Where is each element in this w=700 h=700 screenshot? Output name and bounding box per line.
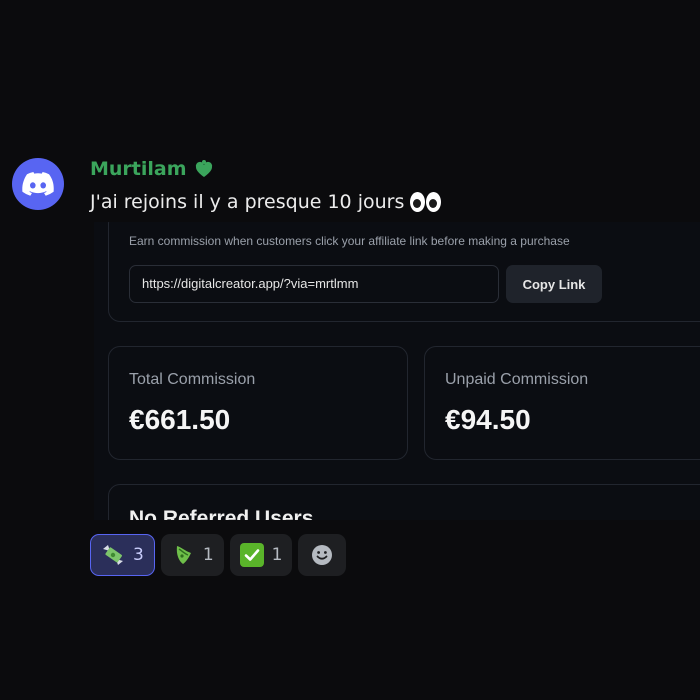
check-mark-emoji-icon: [239, 543, 264, 567]
copy-link-button[interactable]: Copy Link: [506, 265, 602, 303]
reactions-bar: 3 1 1: [90, 534, 347, 576]
reaction-money-with-wings[interactable]: 3: [90, 534, 155, 576]
message-text: J'ai rejoins il y a presque 10 jours: [90, 191, 405, 213]
message-content: J'ai rejoins il y a presque 10 jours: [90, 191, 442, 213]
reaction-money-bag[interactable]: 1: [160, 534, 224, 576]
affiliate-description: Earn commission when customers click you…: [129, 234, 570, 248]
referred-users-card: No Referred Users: [108, 484, 700, 520]
affiliate-link-panel: Earn commission when customers click you…: [108, 222, 700, 322]
total-commission-label: Total Commission: [129, 371, 256, 388]
avatar[interactable]: [12, 158, 64, 210]
unpaid-commission-value: €94.50: [445, 404, 531, 435]
embedded-screenshot[interactable]: Earn commission when customers click you…: [94, 222, 700, 520]
reaction-count: 1: [202, 545, 214, 565]
unpaid-commission-card: Unpaid Commission €94.50: [424, 346, 700, 460]
unpaid-commission-label: Unpaid Commission: [445, 371, 589, 388]
referred-users-title: No Referred Users: [129, 507, 314, 520]
eyes-emoji-icon: [410, 192, 442, 212]
money-bag-emoji-icon: [171, 543, 195, 567]
author-name[interactable]: Murtilam: [90, 158, 187, 180]
heart-exclamation-icon: [195, 160, 212, 177]
total-commission-card: Total Commission €661.50: [108, 346, 408, 460]
money-with-wings-emoji-icon: [101, 543, 125, 567]
reaction-count: 1: [271, 545, 283, 565]
message-author[interactable]: Murtilam: [90, 158, 214, 180]
reaction-count: 3: [133, 545, 144, 565]
affiliate-link-field[interactable]: https://digitalcreator.app/?via=mrtlmm: [129, 265, 499, 303]
smiley-icon: [312, 545, 333, 565]
reaction-check-mark[interactable]: 1: [229, 534, 293, 576]
total-commission-value: €661.50: [129, 404, 231, 435]
discord-logo-icon: [22, 172, 54, 196]
add-reaction-button[interactable]: [298, 534, 347, 576]
